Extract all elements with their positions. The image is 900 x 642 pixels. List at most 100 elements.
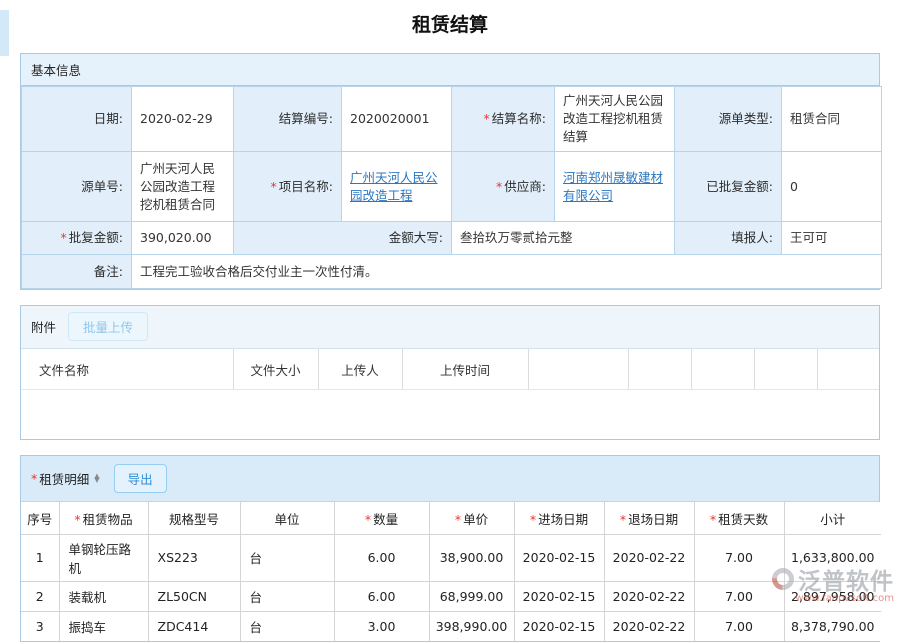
source-type-value: 租赁合同 [782, 87, 882, 152]
page-title: 租赁结算 [0, 10, 900, 37]
attachments-header-row: 文件名称 文件大小 上传人 上传时间 [21, 349, 879, 389]
attachments-panel: 附件 批量上传 文件名称 文件大小 上传人 上传时间 [20, 305, 880, 440]
table-row: 3 振捣车 ZDC414 台 3.00 398,990.00 2020-02-1… [21, 611, 881, 641]
top-left-decoration [0, 10, 9, 56]
rental-details-title: 租赁明细 [39, 469, 89, 488]
rental-days-cell: 7.00 [694, 611, 784, 641]
preparer-value: 王可可 [782, 222, 882, 255]
rental-item-cell: 装载机 [59, 581, 148, 611]
required-asterisk: * [496, 179, 502, 194]
settlement-no-value: 2020020001 [342, 87, 452, 152]
rental-days-cell: 7.00 [694, 534, 784, 581]
quantity-cell: 6.00 [334, 534, 429, 581]
unit-cell: 台 [240, 611, 334, 641]
rental-item-header: *租赁物品 [59, 502, 148, 534]
file-name-header: 文件名称 [21, 349, 233, 389]
rental-details-header: * 租赁明细 ▲▼ 导出 [21, 456, 879, 502]
supplier-link[interactable]: 河南郑州晟敏建材有限公司 [563, 170, 663, 203]
source-no-label: 源单号: [22, 152, 132, 222]
settlement-no-label: 结算编号: [234, 87, 342, 152]
sort-arrows-icon[interactable]: ▲▼ [94, 475, 99, 483]
approved-amount-label: 已批复金额: [675, 152, 782, 222]
seq-no-header: 序号 [21, 502, 59, 534]
supplier-value: 河南郑州晟敏建材有限公司 [555, 152, 675, 222]
exit-date-cell: 2020-02-22 [604, 534, 694, 581]
rental-days-header: *租赁天数 [694, 502, 784, 534]
rental-details-table: 序号 *租赁物品 规格型号 单位 *数量 *单价 *进场日期 *退场日期 *租赁… [21, 502, 881, 641]
attachments-header: 附件 批量上传 [21, 306, 879, 349]
attachments-empty-area [21, 389, 879, 439]
unit-price-cell: 38,900.00 [429, 534, 514, 581]
required-asterisk: * [484, 111, 490, 126]
subtotal-cell: 1,633,800.00 [784, 534, 881, 581]
seq-no-cell: 1 [21, 534, 59, 581]
model-spec-header: 规格型号 [148, 502, 240, 534]
exit-date-cell: 2020-02-22 [604, 611, 694, 641]
seq-no-cell: 3 [21, 611, 59, 641]
unit-price-cell: 68,999.00 [429, 581, 514, 611]
exit-date-header: *退场日期 [604, 502, 694, 534]
entry-date-cell: 2020-02-15 [514, 611, 604, 641]
date-label: 日期: [22, 87, 132, 152]
source-no-value: 广州天河人民公园改造工程挖机租赁合同 [132, 152, 234, 222]
quantity-cell: 3.00 [334, 611, 429, 641]
table-row: 1 单钢轮压路机 XS223 台 6.00 38,900.00 2020-02-… [21, 534, 881, 581]
subtotal-header: 小计 [784, 502, 881, 534]
empty-header [817, 349, 879, 389]
required-asterisk: * [271, 179, 277, 194]
amount-in-words-value: 叁拾玖万零贰拾元整 [452, 222, 675, 255]
rental-item-cell: 振捣车 [59, 611, 148, 641]
basic-info-table: 日期: 2020-02-29 结算编号: 2020020001 *结算名称: 广… [21, 86, 882, 289]
export-button[interactable]: 导出 [114, 464, 167, 493]
unit-price-header: *单价 [429, 502, 514, 534]
upload-time-header: 上传时间 [402, 349, 528, 389]
file-size-header: 文件大小 [233, 349, 318, 389]
basic-info-panel: 基本信息 日期: 2020-02-29 结算编号: 2020020001 *结算… [20, 53, 880, 290]
attachments-table: 文件名称 文件大小 上传人 上传时间 [21, 349, 879, 439]
basic-info-header: 基本信息 [21, 54, 879, 86]
quantity-header: *数量 [334, 502, 429, 534]
source-type-label: 源单类型: [675, 87, 782, 152]
empty-header [754, 349, 817, 389]
approved-amount-value: 0 [782, 152, 882, 222]
project-name-label: *项目名称: [234, 152, 342, 222]
table-row: 2 装载机 ZL50CN 台 6.00 68,999.00 2020-02-15… [21, 581, 881, 611]
project-name-value: 广州天河人民公园改造工程 [342, 152, 452, 222]
batch-upload-button[interactable]: 批量上传 [68, 312, 148, 341]
seq-no-cell: 2 [21, 581, 59, 611]
approval-amount-value: 390,020.00 [132, 222, 234, 255]
subtotal-cell: 8,378,790.00 [784, 611, 881, 641]
exit-date-cell: 2020-02-22 [604, 581, 694, 611]
attachments-title: 附件 [31, 317, 56, 336]
rental-details-panel: * 租赁明细 ▲▼ 导出 序号 *租赁物品 规格型号 单位 *数量 *单价 *进… [20, 455, 880, 642]
entry-date-cell: 2020-02-15 [514, 534, 604, 581]
rental-days-cell: 7.00 [694, 581, 784, 611]
supplier-label: *供应商: [452, 152, 555, 222]
unit-header: 单位 [240, 502, 334, 534]
model-spec-cell: XS223 [148, 534, 240, 581]
unit-cell: 台 [240, 534, 334, 581]
remark-value: 工程完工验收合格后交付业主一次性付清。 [132, 255, 882, 289]
amount-in-words-label: 金额大写: [234, 222, 452, 255]
settlement-name-value: 广州天河人民公园改造工程挖机租赁结算 [555, 87, 675, 152]
rental-item-cell: 单钢轮压路机 [59, 534, 148, 581]
settlement-name-label: *结算名称: [452, 87, 555, 152]
approval-amount-label: *批复金额: [22, 222, 132, 255]
preparer-label: 填报人: [675, 222, 782, 255]
empty-header [628, 349, 691, 389]
unit-price-cell: 398,990.00 [429, 611, 514, 641]
quantity-cell: 6.00 [334, 581, 429, 611]
model-spec-cell: ZL50CN [148, 581, 240, 611]
required-asterisk: * [31, 471, 37, 486]
details-header-row: 序号 *租赁物品 规格型号 单位 *数量 *单价 *进场日期 *退场日期 *租赁… [21, 502, 881, 534]
unit-cell: 台 [240, 581, 334, 611]
entry-date-header: *进场日期 [514, 502, 604, 534]
remark-label: 备注: [22, 255, 132, 289]
empty-header [691, 349, 754, 389]
project-link[interactable]: 广州天河人民公园改造工程 [350, 170, 438, 203]
model-spec-cell: ZDC414 [148, 611, 240, 641]
subtotal-cell: 2,897,958.00 [784, 581, 881, 611]
date-value: 2020-02-29 [132, 87, 234, 152]
uploader-header: 上传人 [318, 349, 402, 389]
empty-header [528, 349, 628, 389]
